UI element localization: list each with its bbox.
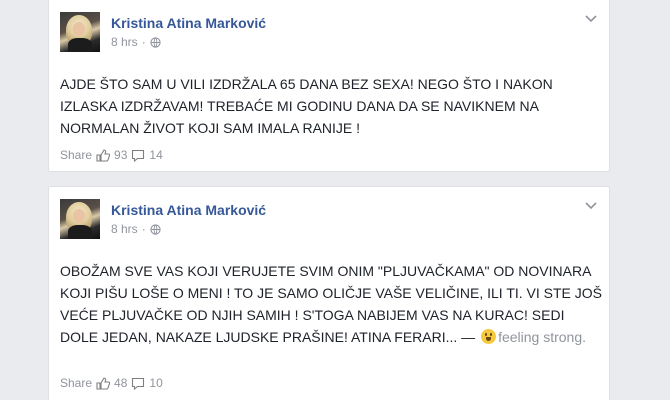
avatar[interactable] bbox=[60, 12, 100, 52]
post-text: OBOŽAM SVE VAS KOJI VERUJETE SVIM ONIM "… bbox=[60, 260, 605, 348]
author-name-link[interactable]: Kristina Atina Marković bbox=[111, 202, 266, 218]
comment-icon[interactable] bbox=[131, 377, 145, 390]
feeling-emoji-icon bbox=[481, 329, 497, 344]
share-link[interactable]: Share bbox=[60, 148, 92, 162]
meta-separator: · bbox=[141, 222, 146, 236]
comment-count[interactable]: 14 bbox=[149, 148, 162, 162]
like-count[interactable]: 93 bbox=[114, 148, 127, 162]
post-timestamp[interactable]: 8 hrs bbox=[111, 222, 138, 236]
avatar-body bbox=[68, 225, 92, 239]
post-timestamp[interactable]: 8 hrs bbox=[111, 35, 138, 49]
feed-post: Kristina Atina Marković 8 hrs · OBOŽAM S… bbox=[48, 186, 610, 400]
avatar-face bbox=[73, 209, 85, 223]
share-link[interactable]: Share bbox=[60, 376, 92, 390]
globe-icon[interactable] bbox=[150, 36, 161, 48]
post-text: AJDE ŠTO SAM U VILI IZDRŽALA 65 DANA BEZ… bbox=[60, 73, 605, 139]
author-name-link[interactable]: Kristina Atina Marković bbox=[111, 15, 266, 31]
post-body: AJDE ŠTO SAM U VILI IZDRŽALA 65 DANA BEZ… bbox=[60, 76, 553, 136]
feed-post: Kristina Atina Marković 8 hrs · AJDE ŠTO… bbox=[48, 0, 610, 172]
post-footer: Share 48 10 bbox=[60, 376, 163, 390]
meta-separator: · bbox=[141, 35, 146, 49]
comment-count[interactable]: 10 bbox=[149, 376, 162, 390]
globe-icon[interactable] bbox=[150, 223, 161, 235]
chevron-down-icon[interactable] bbox=[585, 15, 597, 23]
like-count[interactable]: 48 bbox=[114, 376, 127, 390]
like-icon[interactable] bbox=[96, 376, 111, 390]
avatar-body bbox=[68, 38, 92, 52]
avatar-face bbox=[73, 22, 85, 36]
like-icon[interactable] bbox=[96, 148, 111, 162]
post-meta: 8 hrs · bbox=[111, 222, 161, 236]
avatar[interactable] bbox=[60, 199, 100, 239]
post-meta: 8 hrs · bbox=[111, 35, 161, 49]
post-body-container: OBOŽAM SVE VAS KOJI VERUJETE SVIM ONIM "… bbox=[60, 260, 605, 348]
post-footer: Share 93 14 bbox=[60, 148, 163, 162]
chevron-down-icon[interactable] bbox=[585, 202, 597, 210]
comment-icon[interactable] bbox=[131, 149, 145, 162]
feeling-status[interactable]: feeling strong. bbox=[498, 329, 586, 345]
